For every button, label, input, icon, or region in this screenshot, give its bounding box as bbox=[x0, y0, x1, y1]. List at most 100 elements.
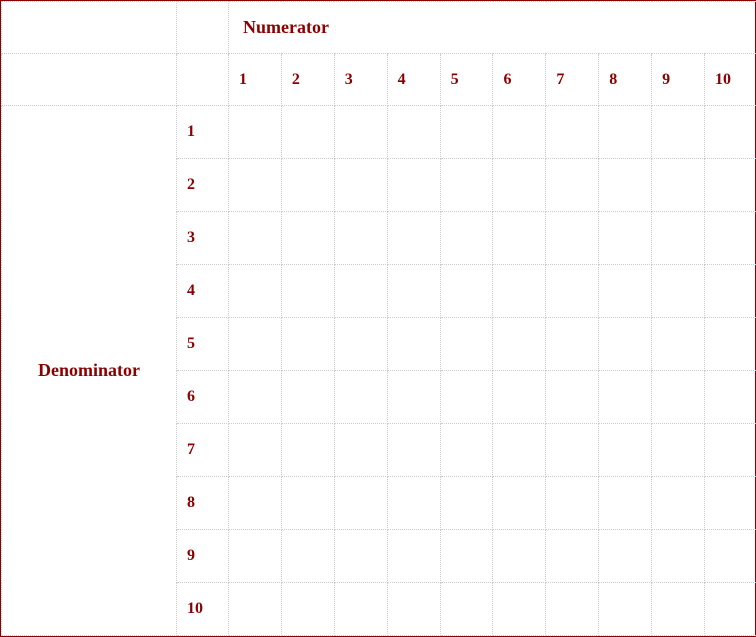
cell bbox=[546, 106, 599, 159]
cell bbox=[546, 265, 599, 318]
cell bbox=[599, 530, 652, 583]
cell bbox=[705, 265, 756, 318]
cell bbox=[387, 106, 440, 159]
cell bbox=[546, 583, 599, 636]
cell bbox=[440, 477, 493, 530]
corner-blank bbox=[2, 2, 177, 54]
cell bbox=[652, 477, 705, 530]
cell bbox=[652, 106, 705, 159]
cell bbox=[440, 159, 493, 212]
denominator-row-8: 8 bbox=[177, 477, 229, 530]
cell bbox=[334, 424, 387, 477]
cell bbox=[705, 212, 756, 265]
cell bbox=[229, 424, 282, 477]
table-row: Denominator 1 bbox=[2, 106, 756, 159]
cell bbox=[546, 318, 599, 371]
cell bbox=[334, 583, 387, 636]
cell bbox=[493, 477, 546, 530]
cell bbox=[229, 106, 282, 159]
cell bbox=[493, 159, 546, 212]
cell bbox=[705, 371, 756, 424]
cell bbox=[493, 530, 546, 583]
cell bbox=[599, 371, 652, 424]
denominator-header: Denominator bbox=[2, 106, 177, 636]
cell bbox=[652, 424, 705, 477]
cell bbox=[599, 106, 652, 159]
cell bbox=[440, 583, 493, 636]
cell bbox=[229, 583, 282, 636]
cell bbox=[229, 371, 282, 424]
blank bbox=[2, 54, 177, 106]
numerator-col-7: 7 bbox=[546, 54, 599, 106]
cell bbox=[387, 159, 440, 212]
cell bbox=[599, 318, 652, 371]
denominator-row-10: 10 bbox=[177, 583, 229, 636]
cell bbox=[281, 212, 334, 265]
cell bbox=[334, 530, 387, 583]
cell bbox=[281, 265, 334, 318]
denominator-row-1: 1 bbox=[177, 106, 229, 159]
numerator-col-8: 8 bbox=[599, 54, 652, 106]
cell bbox=[546, 424, 599, 477]
cell bbox=[440, 106, 493, 159]
cell bbox=[387, 530, 440, 583]
numerator-col-10: 10 bbox=[705, 54, 756, 106]
numerator-col-4: 4 bbox=[387, 54, 440, 106]
cell bbox=[281, 477, 334, 530]
cell bbox=[440, 265, 493, 318]
cell bbox=[387, 318, 440, 371]
cell bbox=[493, 265, 546, 318]
cell bbox=[546, 159, 599, 212]
cell bbox=[281, 530, 334, 583]
cell bbox=[546, 371, 599, 424]
cell bbox=[705, 477, 756, 530]
cell bbox=[493, 583, 546, 636]
denominator-row-4: 4 bbox=[177, 265, 229, 318]
cell bbox=[281, 371, 334, 424]
cell bbox=[652, 159, 705, 212]
cell bbox=[599, 424, 652, 477]
cell bbox=[440, 530, 493, 583]
cell bbox=[281, 583, 334, 636]
cell bbox=[334, 106, 387, 159]
cell bbox=[652, 265, 705, 318]
numerator-values-row: 1 2 3 4 5 6 7 8 9 10 bbox=[2, 54, 756, 106]
cell bbox=[599, 477, 652, 530]
cell bbox=[493, 106, 546, 159]
cell bbox=[705, 583, 756, 636]
cell bbox=[334, 371, 387, 424]
cell bbox=[652, 530, 705, 583]
cell bbox=[599, 583, 652, 636]
cell bbox=[229, 318, 282, 371]
fraction-table-container: Numerator 1 2 3 4 5 6 7 8 9 10 Denominat… bbox=[0, 0, 756, 637]
cell bbox=[387, 212, 440, 265]
blank bbox=[177, 54, 229, 106]
cell bbox=[705, 106, 756, 159]
numerator-col-1: 1 bbox=[229, 54, 282, 106]
cell bbox=[229, 265, 282, 318]
cell bbox=[705, 159, 756, 212]
denominator-row-6: 6 bbox=[177, 371, 229, 424]
cell bbox=[652, 318, 705, 371]
cell bbox=[599, 212, 652, 265]
cell bbox=[334, 265, 387, 318]
cell bbox=[334, 212, 387, 265]
numerator-col-6: 6 bbox=[493, 54, 546, 106]
cell bbox=[281, 424, 334, 477]
numerator-header-row: Numerator bbox=[2, 2, 756, 54]
cell bbox=[652, 212, 705, 265]
cell bbox=[652, 371, 705, 424]
denominator-row-5: 5 bbox=[177, 318, 229, 371]
cell bbox=[440, 371, 493, 424]
cell bbox=[493, 371, 546, 424]
cell bbox=[334, 318, 387, 371]
cell bbox=[546, 530, 599, 583]
cell bbox=[652, 583, 705, 636]
numerator-col-2: 2 bbox=[281, 54, 334, 106]
cell bbox=[387, 371, 440, 424]
cell bbox=[493, 424, 546, 477]
denominator-row-2: 2 bbox=[177, 159, 229, 212]
cell bbox=[281, 106, 334, 159]
numerator-header: Numerator bbox=[229, 2, 756, 54]
cell bbox=[229, 530, 282, 583]
